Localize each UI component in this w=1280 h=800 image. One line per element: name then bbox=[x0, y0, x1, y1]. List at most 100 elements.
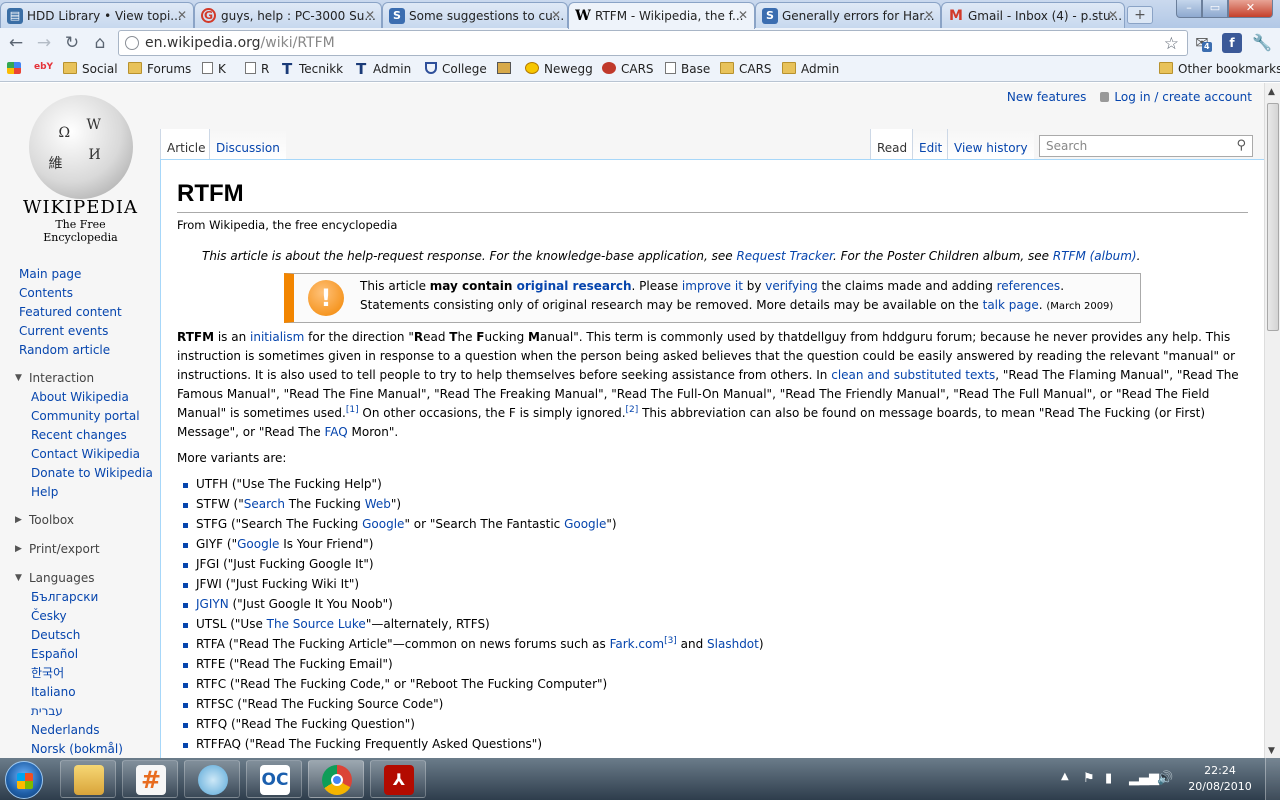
browser-tab[interactable]: M Gmail - Inbox (4) - p.stu... ✕ bbox=[941, 2, 1125, 28]
sidebar-item-donate[interactable]: Donate to Wikipedia bbox=[0, 464, 160, 483]
original-research-link[interactable]: original research bbox=[517, 279, 632, 293]
language-link[interactable]: 한국어 bbox=[0, 664, 160, 683]
bookmark-folder[interactable]: Admin bbox=[782, 62, 839, 76]
variant-link[interactable]: Google bbox=[237, 537, 279, 551]
taskbar-clock[interactable]: 22:24 20/08/2010 bbox=[1185, 763, 1255, 795]
close-tab-icon[interactable]: ✕ bbox=[551, 8, 561, 22]
show-desktop-button[interactable] bbox=[1265, 758, 1280, 800]
new-features-link[interactable]: New features bbox=[1007, 90, 1087, 104]
bookmark-item[interactable] bbox=[7, 62, 26, 76]
close-tab-icon[interactable]: ✕ bbox=[365, 8, 375, 22]
tab-view-history[interactable]: View history bbox=[947, 129, 1034, 159]
minimize-button[interactable]: – bbox=[1176, 0, 1202, 18]
browser-tab-active[interactable]: W RTFM - Wikipedia, the f... ✕ bbox=[568, 2, 755, 29]
language-link[interactable]: Norsk (bokmål) bbox=[0, 740, 160, 758]
sidebar-item-current-events[interactable]: Current events bbox=[0, 322, 160, 341]
start-button[interactable] bbox=[5, 761, 43, 799]
variant-link[interactable]: Google bbox=[564, 517, 606, 531]
browser-tab[interactable]: G guys, help : PC-3000 Su... ✕ bbox=[194, 2, 382, 28]
reference-link[interactable]: [3] bbox=[664, 636, 677, 646]
home-button[interactable]: ⌂ bbox=[89, 33, 111, 53]
language-link[interactable]: Español bbox=[0, 645, 160, 664]
close-tab-icon[interactable]: ✕ bbox=[924, 8, 934, 22]
bookmark-item[interactable]: ebY bbox=[34, 62, 53, 72]
tab-read[interactable]: Read bbox=[870, 129, 914, 159]
close-tab-icon[interactable]: ✕ bbox=[1108, 8, 1118, 22]
variant-link[interactable]: Slashdot bbox=[707, 637, 759, 651]
language-link[interactable]: Italiano bbox=[0, 683, 160, 702]
scrollbar-thumb[interactable] bbox=[1267, 103, 1279, 331]
bookmark-folder[interactable]: Social bbox=[63, 62, 118, 76]
taskbar-app[interactable]: # bbox=[122, 760, 178, 798]
network-signal-icon[interactable]: ▂▄▆ bbox=[1129, 771, 1159, 786]
variant-link[interactable]: Fark.com bbox=[610, 637, 664, 651]
sidebar-item-community-portal[interactable]: Community portal bbox=[0, 407, 160, 426]
sidebar-item-contents[interactable]: Contents bbox=[0, 284, 160, 303]
search-icon[interactable]: ⚲ bbox=[1236, 138, 1246, 153]
language-link[interactable]: עברית bbox=[0, 702, 160, 721]
maximize-button[interactable]: ▭ bbox=[1202, 0, 1228, 18]
scroll-down-icon[interactable]: ▼ bbox=[1268, 746, 1275, 756]
bookmark-item[interactable]: Base bbox=[665, 62, 710, 76]
other-bookmarks-folder[interactable]: Other bookmarks bbox=[1159, 62, 1280, 76]
taskbar-app[interactable] bbox=[184, 760, 240, 798]
bookmark-star-icon[interactable]: ☆ bbox=[1164, 32, 1179, 56]
forward-button[interactable]: → bbox=[33, 33, 55, 53]
facebook-icon[interactable]: f bbox=[1222, 33, 1242, 53]
talk-page-link[interactable]: talk page bbox=[983, 298, 1039, 312]
tab-article[interactable]: Article bbox=[160, 129, 212, 159]
language-link[interactable]: Nederlands bbox=[0, 721, 160, 740]
sidebar-item-contact[interactable]: Contact Wikipedia bbox=[0, 445, 160, 464]
faq-link[interactable]: FAQ bbox=[324, 425, 347, 439]
volume-icon[interactable]: 🔊 bbox=[1157, 771, 1173, 786]
taskbar-app[interactable] bbox=[60, 760, 116, 798]
language-link[interactable]: Deutsch bbox=[0, 626, 160, 645]
tab-edit[interactable]: Edit bbox=[912, 129, 949, 159]
sidebar-item-main-page[interactable]: Main page bbox=[0, 265, 160, 284]
improve-it-link[interactable]: improve it bbox=[682, 279, 743, 293]
verifying-link[interactable]: verifying bbox=[765, 279, 817, 293]
language-link[interactable]: Česky bbox=[0, 607, 160, 626]
clean-texts-link[interactable]: clean and substituted texts bbox=[831, 368, 995, 382]
bookmark-folder[interactable]: Forums bbox=[128, 62, 191, 76]
bookmark-item[interactable]: T Admin bbox=[356, 62, 411, 77]
sidebar-item-help[interactable]: Help bbox=[0, 483, 160, 502]
back-button[interactable]: ← bbox=[5, 33, 27, 53]
wikipedia-logo[interactable]: Ω W 維 И WIKIPEDIA The Free Encyclopedia bbox=[18, 95, 143, 244]
bookmark-item[interactable]: T Tecnikk bbox=[282, 62, 343, 77]
bookmark-item[interactable]: R bbox=[245, 62, 269, 76]
scroll-up-icon[interactable]: ▲ bbox=[1268, 87, 1275, 97]
wrench-menu-icon[interactable]: 🔧 bbox=[1252, 33, 1272, 53]
references-link[interactable]: references bbox=[997, 279, 1061, 293]
taskbar-app-active[interactable] bbox=[308, 760, 364, 798]
language-link[interactable]: Български bbox=[0, 588, 160, 607]
tab-discussion[interactable]: Discussion bbox=[209, 129, 286, 159]
close-window-button[interactable]: ✕ bbox=[1228, 0, 1273, 18]
bookmark-item[interactable]: CARS bbox=[602, 62, 654, 76]
sidebar-item-featured-content[interactable]: Featured content bbox=[0, 303, 160, 322]
portal-interaction-heading[interactable]: ▼ Interaction bbox=[0, 369, 160, 388]
reference-1[interactable]: [1] bbox=[346, 405, 359, 415]
reference-2[interactable]: [2] bbox=[626, 405, 639, 415]
mail-checker-icon[interactable]: ✉4 bbox=[1192, 33, 1212, 53]
sidebar-item-about[interactable]: About Wikipedia bbox=[0, 388, 160, 407]
close-tab-icon[interactable]: ✕ bbox=[738, 8, 748, 22]
variant-link[interactable]: JGIYN bbox=[196, 597, 229, 611]
initialism-link[interactable]: initialism bbox=[250, 330, 304, 344]
bookmark-item[interactable] bbox=[497, 62, 516, 76]
browser-tab[interactable]: S Some suggestions to cu... ✕ bbox=[382, 2, 568, 28]
new-tab-button[interactable]: + bbox=[1127, 6, 1153, 24]
sidebar-item-random-article[interactable]: Random article bbox=[0, 341, 160, 360]
variant-link[interactable]: The Source Luke bbox=[267, 617, 366, 631]
power-icon[interactable]: ▮ bbox=[1105, 771, 1112, 786]
portal-toolbox-heading[interactable]: ▶ Toolbox bbox=[0, 511, 160, 530]
browser-tab[interactable]: ▤ HDD Library • View topi... ✕ bbox=[0, 2, 194, 28]
portal-languages-heading[interactable]: ▼ Languages bbox=[0, 569, 160, 588]
close-tab-icon[interactable]: ✕ bbox=[177, 8, 187, 22]
login-link[interactable]: Log in / create account bbox=[1114, 90, 1252, 104]
taskbar-app[interactable]: ⅄ bbox=[370, 760, 426, 798]
action-center-flag-icon[interactable]: ⚑ bbox=[1083, 771, 1095, 786]
request-tracker-link[interactable]: Request Tracker bbox=[736, 249, 833, 263]
portal-printexport-heading[interactable]: ▶ Print/export bbox=[0, 540, 160, 559]
reload-button[interactable]: ↻ bbox=[61, 33, 83, 53]
